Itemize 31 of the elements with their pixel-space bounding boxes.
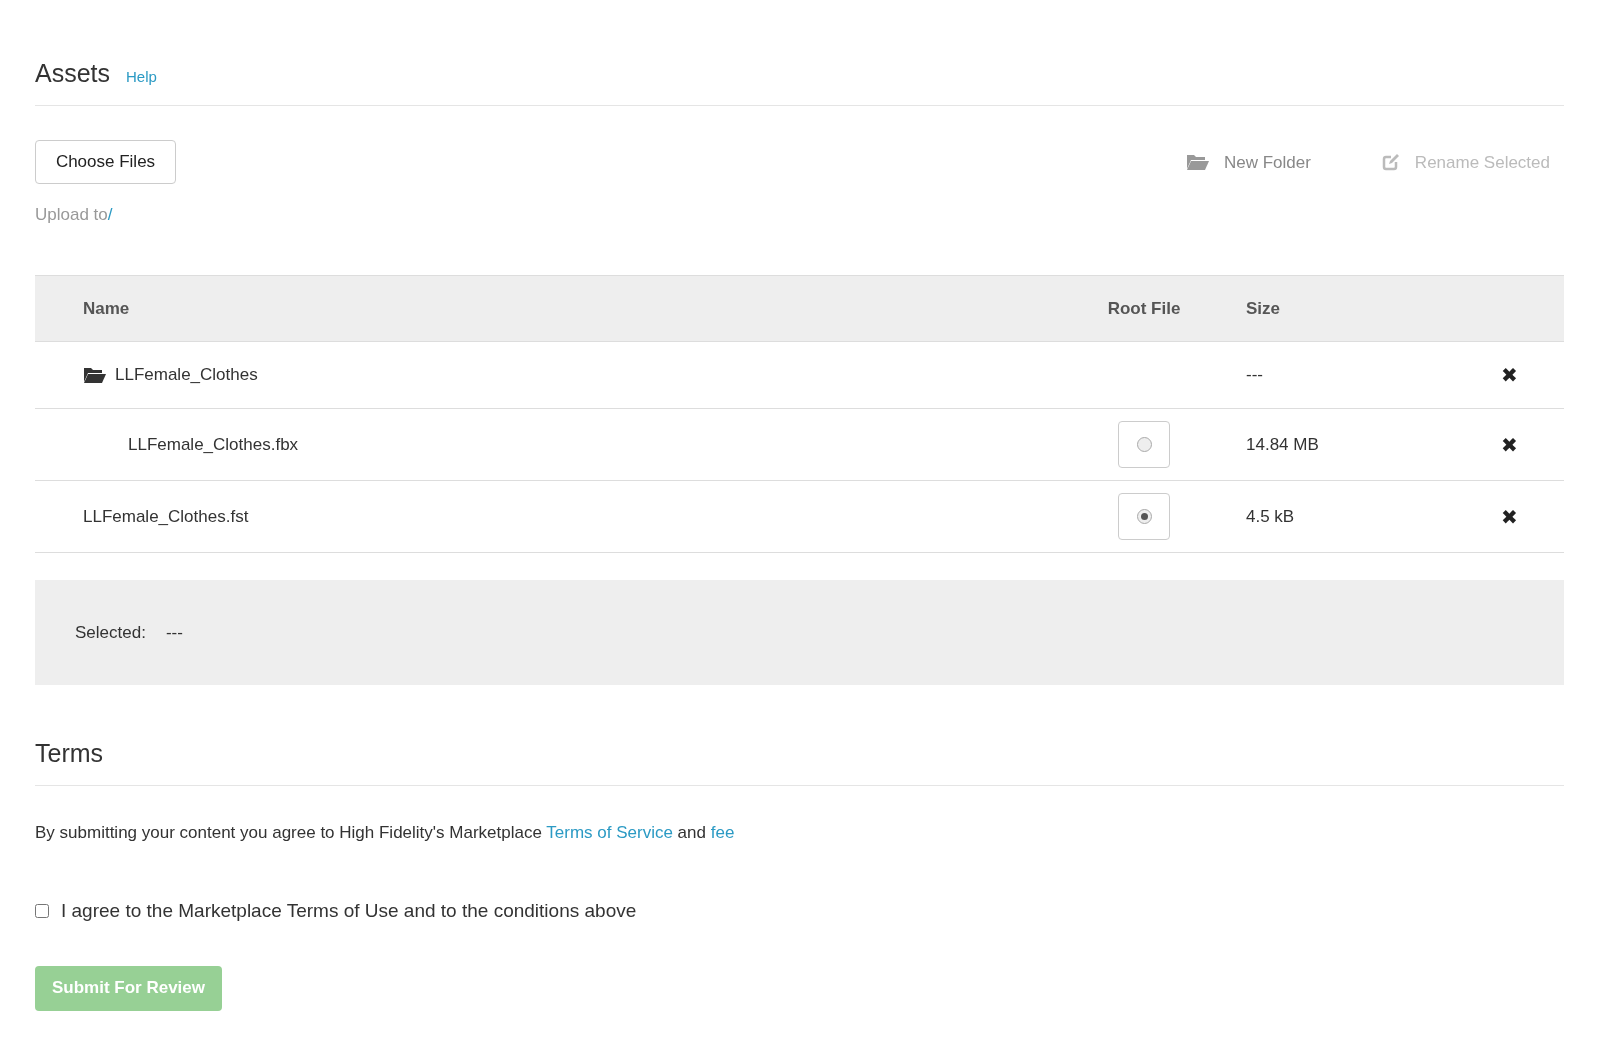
agree-label: I agree to the Marketplace Terms of Use and to the conditions above (61, 899, 637, 923)
root-file-radio[interactable] (1118, 493, 1170, 540)
selected-value: --- (165, 621, 183, 644)
section-title: Terms (35, 738, 105, 769)
folder-icon (1185, 153, 1210, 172)
file-name: LLFemale_Clothes.fbx (128, 433, 299, 456)
file-name: LLFemale_Clothes.fst (83, 505, 249, 528)
file-size: --- (1246, 365, 1263, 385)
terms-text: By submitting your content you agree to High Fidelity's Marketplace Terms of Service and fee (35, 821, 736, 844)
terms-of-service-link[interactable]: Terms of Service (546, 822, 673, 842)
column-header: Root File (1107, 298, 1181, 318)
root-file-radio[interactable] (1118, 421, 1170, 468)
file-name: LLFemale_Clothes (115, 364, 258, 387)
section-title: Assets (35, 58, 111, 89)
upload-to-label: Upload to (35, 204, 108, 224)
fee-link[interactable]: fee (710, 822, 735, 842)
choose-files-button[interactable]: Choose Files (35, 139, 176, 184)
new-folder-button[interactable]: New Folder (1185, 149, 1311, 175)
upload-path: / (107, 204, 113, 224)
agree-checkbox[interactable] (35, 904, 49, 919)
file-size: 14.84 MB (1246, 434, 1319, 454)
delete-button[interactable]: ✖ (1500, 365, 1518, 385)
delete-button[interactable]: ✖ (1500, 506, 1518, 527)
file-size: 4.5 kB (1246, 506, 1295, 526)
delete-button[interactable]: ✖ (1500, 434, 1518, 455)
column-header: Name (83, 298, 130, 318)
help-link[interactable]: Help (126, 66, 157, 89)
column-header: Size (1246, 298, 1281, 318)
edit-icon (1380, 152, 1401, 173)
selected-label: Selected: (75, 621, 146, 644)
folder-icon (83, 366, 107, 384)
